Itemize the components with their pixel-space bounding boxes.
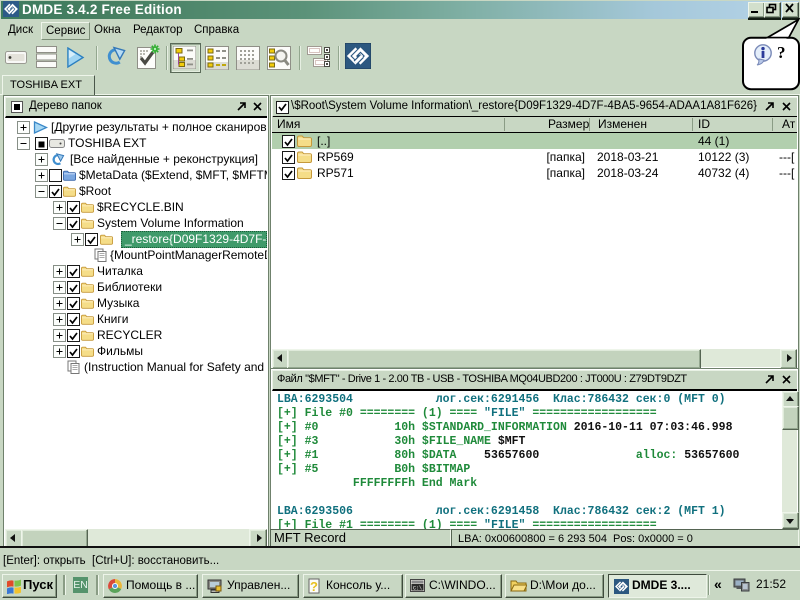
svg-text:C:\: C:\ (413, 586, 422, 592)
svg-text:?: ? (310, 579, 318, 594)
